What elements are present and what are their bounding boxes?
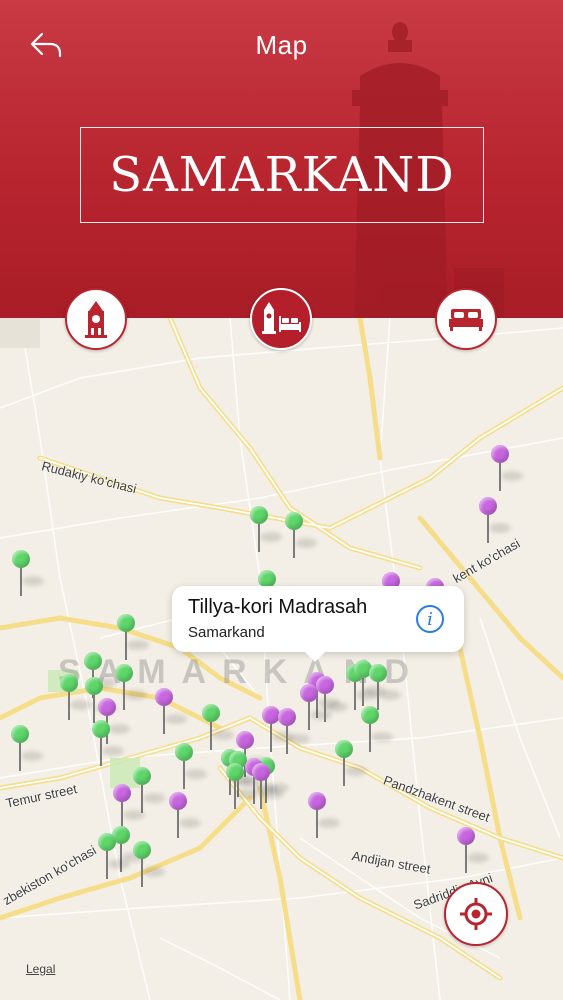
sight-pin[interactable]	[115, 664, 147, 712]
locate-me-button[interactable]	[444, 882, 508, 946]
hotel-pin[interactable]	[457, 827, 489, 875]
sight-pin[interactable]	[133, 767, 165, 815]
sight-pin[interactable]	[117, 614, 149, 662]
legal-link[interactable]: Legal	[26, 962, 55, 976]
callout-subtitle: Samarkand	[188, 624, 265, 641]
sight-pin[interactable]	[250, 506, 282, 554]
hotel-pin[interactable]	[113, 784, 145, 832]
category-sights-button[interactable]	[65, 288, 127, 350]
header-banner: Map SAMARKAND	[0, 0, 563, 318]
bed-icon	[449, 309, 483, 331]
hotel-pin[interactable]	[479, 497, 511, 545]
city-title: SAMARKAND	[109, 147, 455, 203]
category-hotels-button[interactable]	[435, 288, 497, 350]
sight-pin[interactable]	[361, 706, 393, 754]
sight-pin[interactable]	[175, 743, 207, 791]
sight-pin[interactable]	[98, 833, 130, 881]
info-icon[interactable]: i	[416, 605, 444, 633]
callout-title: Tillya-kori Madrasah	[188, 596, 368, 618]
hotel-pin[interactable]	[491, 445, 523, 493]
sight-pin[interactable]	[202, 704, 234, 752]
hotel-pin[interactable]	[155, 688, 187, 736]
sight-pin[interactable]	[92, 720, 124, 768]
sight-pin[interactable]	[369, 664, 401, 712]
category-all-button[interactable]	[250, 288, 312, 350]
tower-and-bed-icon	[262, 302, 301, 334]
city-title-frame: SAMARKAND	[80, 127, 484, 223]
sight-pin[interactable]	[60, 674, 92, 722]
locate-me-icon	[460, 898, 492, 930]
hotel-pin[interactable]	[316, 676, 348, 724]
clock-tower-icon	[85, 301, 107, 338]
place-callout[interactable]: Tillya-kori Madrasah Samarkand i	[172, 586, 464, 662]
page-title: Map	[255, 30, 308, 60]
sight-pin[interactable]	[226, 763, 258, 811]
hotel-pin[interactable]	[278, 708, 310, 756]
sight-pin[interactable]	[11, 725, 43, 773]
sight-pin[interactable]	[335, 740, 367, 788]
hotel-pin[interactable]	[252, 763, 284, 811]
sight-pin[interactable]	[285, 512, 317, 560]
sight-pin[interactable]	[133, 841, 165, 889]
hotel-pin[interactable]	[169, 792, 201, 840]
hotel-pin[interactable]	[308, 792, 340, 840]
sight-pin[interactable]	[12, 550, 44, 598]
